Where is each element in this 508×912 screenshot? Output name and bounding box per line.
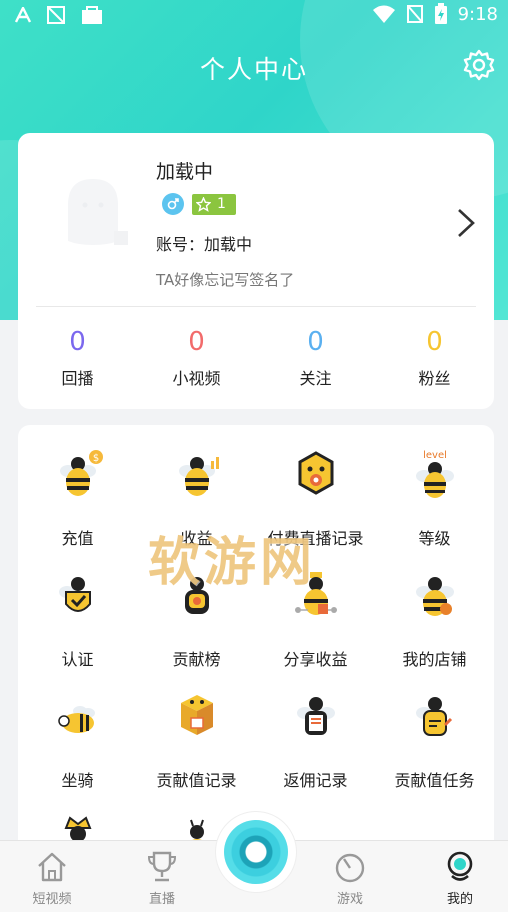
wifi-icon <box>372 5 395 23</box>
stat-value: 0 <box>188 327 205 357</box>
menu-label: 我的店铺 <box>402 650 467 669</box>
bee-chart-icon <box>178 457 219 496</box>
menu-label: 等级 <box>418 529 451 548</box>
menu-label: 分享收益 <box>283 650 348 669</box>
stat-value: 0 <box>69 327 86 357</box>
gender-male-icon <box>162 193 184 215</box>
bee-level-icon: level <box>415 450 454 498</box>
user-badges: 1 <box>162 193 236 215</box>
level-badge: 1 <box>192 193 236 215</box>
tab-live[interactable]: 直播 <box>122 849 202 907</box>
tab-label: 短视频 <box>32 892 72 907</box>
bee-rebate-icon <box>296 697 335 735</box>
bee-shop-icon <box>415 577 454 616</box>
stat-replay[interactable]: 0 回播 <box>18 327 137 389</box>
stat-fans[interactable]: 0 粉丝 <box>375 327 494 389</box>
account-id: 账号：加载中 <box>156 235 253 254</box>
menu-label: 坐骑 <box>61 771 94 790</box>
menu-item-mount[interactable]: 坐骑 <box>18 691 137 812</box>
app-notification-icon <box>14 7 32 23</box>
tab-label: 游戏 <box>336 892 363 907</box>
page-title: 个人中心 <box>199 55 308 84</box>
menu-item-my-shop[interactable]: 我的店铺 <box>375 570 494 691</box>
tab-short-video[interactable]: 短视频 <box>12 849 92 907</box>
stat-label: 关注 <box>299 369 332 388</box>
menu-item-verify[interactable]: 认证 <box>18 570 137 691</box>
bee-task-icon <box>415 697 452 736</box>
no-signal-icon <box>406 5 423 23</box>
tab-label: 我的 <box>446 892 473 907</box>
stats-row: 0 回播 0 小视频 0 关注 0 粉丝 <box>18 327 494 389</box>
store-icon <box>82 6 102 24</box>
menu-label: 付费直播记录 <box>267 529 364 548</box>
menu-label: 返佣记录 <box>283 771 348 790</box>
bee-hexagon-icon <box>298 451 333 495</box>
nickname: 加载中 <box>156 161 214 183</box>
home-icon <box>38 852 66 882</box>
menu-label: 认证 <box>61 650 94 669</box>
feature-grid: $ 充值 收益 付费直播记录 level 等级 认证 贡献榜 分享收益 我的店铺… <box>18 449 494 855</box>
tab-game[interactable]: 游戏 <box>310 849 390 907</box>
signature: TA好像忘记写签名了 <box>156 271 295 289</box>
menu-item-paid-live-record[interactable]: 付费直播记录 <box>256 449 375 570</box>
game-icon <box>335 853 365 883</box>
menu-item-contribution-rank[interactable]: 贡献榜 <box>137 570 256 691</box>
no-sim-icon <box>47 6 65 24</box>
profile-icon <box>447 851 473 881</box>
title-bar: 个人中心 <box>0 44 508 88</box>
status-time: 9:18 <box>457 3 498 25</box>
menu-item-contribution-record[interactable]: 贡献值记录 <box>137 691 256 812</box>
settings-gear-icon[interactable] <box>462 48 496 82</box>
menu-label: 贡献榜 <box>172 650 221 669</box>
stat-following[interactable]: 0 关注 <box>256 327 375 389</box>
battery-charging-icon <box>434 3 447 24</box>
chevron-right-icon[interactable] <box>456 207 476 239</box>
trophy-icon <box>147 851 177 882</box>
menu-item-share-earnings[interactable]: 分享收益 <box>256 570 375 691</box>
bee-verify-icon <box>58 577 91 612</box>
bee-rank-icon <box>184 577 209 614</box>
svg-text:$: $ <box>92 453 98 464</box>
star-icon <box>196 196 211 212</box>
bee-mount-icon <box>57 706 95 733</box>
center-action-button[interactable] <box>216 812 296 892</box>
menu-label: 贡献值任务 <box>394 771 475 790</box>
stat-label: 粉丝 <box>418 369 451 388</box>
bee-share-icon <box>294 572 337 615</box>
tab-mine[interactable]: 我的 <box>420 849 500 907</box>
stat-short-video[interactable]: 0 小视频 <box>137 327 256 389</box>
profile-card[interactable]: 加载中 1 账号：加载中 TA好像忘记写签名了 0 回播 0 小视频 0 关注 … <box>18 133 494 409</box>
menu-item-earnings[interactable]: 收益 <box>137 449 256 570</box>
stat-label: 回播 <box>61 369 94 388</box>
menu-label: 收益 <box>180 529 213 548</box>
bee-coin-icon: $ <box>59 450 103 496</box>
svg-text:level: level <box>423 450 447 461</box>
menu-label: 充值 <box>61 529 94 548</box>
status-bar: 9:18 <box>0 0 508 30</box>
menu-item-level[interactable]: level 等级 <box>375 449 494 570</box>
menu-item-rebate-record[interactable]: 返佣记录 <box>256 691 375 812</box>
bee-box-icon <box>180 695 213 735</box>
menu-item-contribution-task[interactable]: 贡献值任务 <box>375 691 494 812</box>
stat-label: 小视频 <box>172 369 221 388</box>
feature-grid-card: $ 充值 收益 付费直播记录 level 等级 认证 贡献榜 分享收益 我的店铺… <box>18 425 494 855</box>
menu-label: 贡献值记录 <box>156 771 237 790</box>
menu-item-recharge[interactable]: $ 充值 <box>18 449 137 570</box>
tab-label: 直播 <box>148 892 175 907</box>
level-value: 1 <box>217 196 226 212</box>
camera-ring-icon <box>224 820 288 884</box>
stat-value: 0 <box>307 327 324 357</box>
avatar[interactable] <box>58 175 132 249</box>
divider <box>36 306 476 307</box>
stat-value: 0 <box>426 327 443 357</box>
